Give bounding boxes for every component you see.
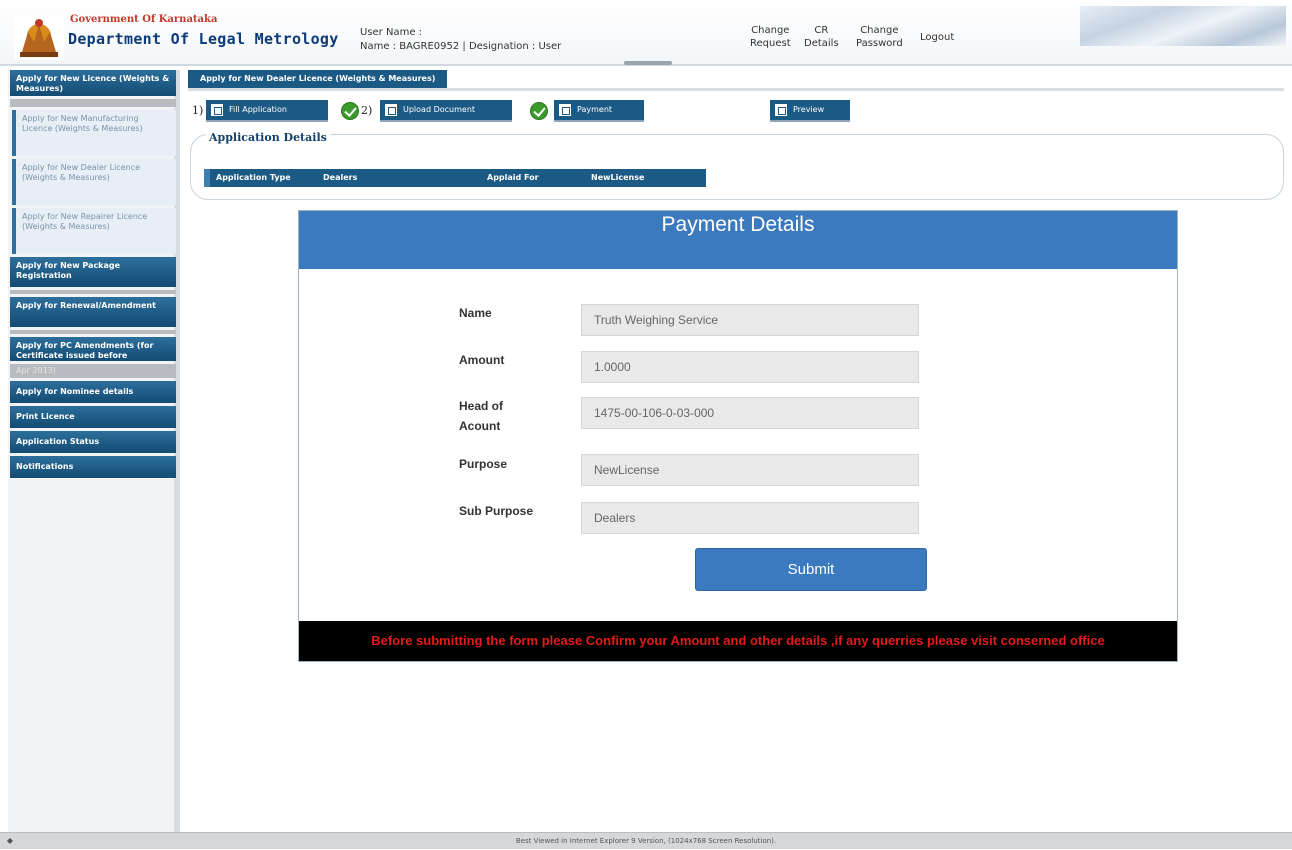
payment-warning-message: Before submitting the form please Confir… (299, 621, 1177, 661)
footer-diamond-icon: ◆ (6, 836, 14, 845)
tab-underline (188, 88, 1284, 91)
page-footer: ◆ Best Viewed in Internet Explorer 9 Ver… (0, 832, 1292, 849)
head-of-account-field[interactable]: 1475-00-106-0-03-000 (581, 397, 919, 429)
tab-dealer-licence[interactable]: Apply for New Dealer Licence (Weights & … (188, 70, 448, 88)
change-request-line2: Request (750, 38, 791, 49)
cr-details-line2: Details (804, 38, 839, 49)
logout-link[interactable]: Logout (920, 31, 954, 44)
sidebar-item-new-licence[interactable]: Apply for New Licence (Weights & Measure… (10, 70, 176, 96)
preview-step-button[interactable]: Preview (770, 100, 850, 122)
sidebar-item-repairer-licence[interactable]: Apply for New Repairer Licence (Weights … (12, 208, 176, 254)
name-label: Name (459, 306, 492, 320)
amount-field[interactable]: 1.0000 (581, 351, 919, 383)
sidebar-item-application-status[interactable]: Application Status (10, 431, 176, 453)
application-type-value: Dealers (323, 173, 358, 182)
application-type-label: Application Type (216, 173, 291, 182)
step2-complete-check-icon (530, 102, 548, 120)
edit-form-icon (210, 103, 224, 117)
change-request-line1: Change (751, 25, 790, 36)
sub-purpose-label: Sub Purpose (459, 504, 534, 518)
upload-document-label: Upload Document (403, 105, 476, 114)
purpose-label: Purpose (459, 457, 508, 471)
head-of-account-label: Head of Acount (459, 399, 504, 433)
payment-details-panel: Payment Details Name Truth Weighing Serv… (298, 210, 1178, 662)
application-details-bar: Application Type Dealers Applaid For New… (204, 169, 706, 187)
application-details-box (190, 134, 1284, 200)
change-password-link[interactable]: Change Password (856, 24, 903, 50)
fill-application-step-button[interactable]: Fill Application (206, 100, 328, 122)
karnataka-emblem-icon (14, 14, 64, 60)
change-password-line1: Change (860, 25, 899, 36)
user-info: User Name : Name : BAGRE0952 | Designati… (360, 26, 561, 54)
sub-purpose-field[interactable]: Dealers (581, 502, 919, 534)
sidebar-item-pc-amendments[interactable]: Apply for PC Amendments (for Certificate… (10, 337, 176, 361)
upload-document-icon (384, 103, 398, 117)
payment-label: Payment (577, 105, 613, 114)
sidebar-item-notifications[interactable]: Notifications (10, 456, 176, 478)
step1-complete-check-icon (341, 102, 359, 120)
applied-for-value: NewLicense (591, 173, 645, 182)
sidebar-item-package-registration[interactable]: Apply for New Package Registration (10, 257, 176, 287)
header-banner-image (1080, 6, 1286, 46)
sidebar-item-print-licence[interactable]: Print Licence (10, 406, 176, 428)
sidebar-item-nominee-details[interactable]: Apply for Nominee details (10, 381, 176, 403)
step1-number: 1) (192, 104, 204, 117)
government-title: Government Of Karnataka (70, 14, 218, 25)
upload-document-step-button[interactable]: Upload Document (380, 100, 512, 122)
sidebar-item-manufacturing-licence[interactable]: Apply for New Manufacturing Licence (Wei… (12, 110, 176, 156)
application-details-title: Application Details (206, 131, 330, 144)
header-collapse-handle[interactable] (624, 61, 672, 65)
sidebar-item-renewal-amendment[interactable]: Apply for Renewal/Amendment (10, 297, 176, 327)
sidebar-divider (10, 330, 176, 334)
preview-label: Preview (793, 105, 825, 114)
applied-for-label: Applaid For (487, 173, 539, 182)
user-name-label: User Name : (360, 27, 423, 38)
change-password-line2: Password (856, 38, 903, 49)
user-details: Name : BAGRE0952 | Designation : User (360, 41, 562, 52)
preview-icon (774, 103, 788, 117)
change-request-link[interactable]: Change Request (750, 24, 791, 50)
step2-number: 2) (361, 104, 373, 117)
sidebar-item-dealer-licence[interactable]: Apply for New Dealer Licence (Weights & … (12, 159, 176, 205)
sidebar-divider (10, 99, 176, 107)
sidebar-divider (10, 290, 176, 294)
footer-text: Best Viewed in Internet Explorer 9 Versi… (515, 837, 777, 845)
cr-details-link[interactable]: CR Details (804, 24, 839, 50)
fill-application-label: Fill Application (229, 105, 287, 114)
payment-icon (558, 103, 572, 117)
amount-label: Amount (459, 353, 505, 367)
payment-details-title: Payment Details (299, 211, 1177, 269)
department-title: Department Of Legal Metrology (68, 30, 339, 48)
payment-step-button[interactable]: Payment (554, 100, 644, 122)
page-header: Government Of Karnataka Department Of Le… (0, 0, 1292, 66)
cr-details-line1: CR (814, 25, 829, 36)
name-field[interactable]: Truth Weighing Service (581, 304, 919, 336)
submit-button[interactable]: Submit (695, 548, 927, 591)
sidebar-item-pc-amendments-continued: Apr 2013) (10, 364, 176, 378)
purpose-field[interactable]: NewLicense (581, 454, 919, 486)
sidebar-menu: Apply for New Licence (Weights & Measure… (8, 70, 180, 832)
